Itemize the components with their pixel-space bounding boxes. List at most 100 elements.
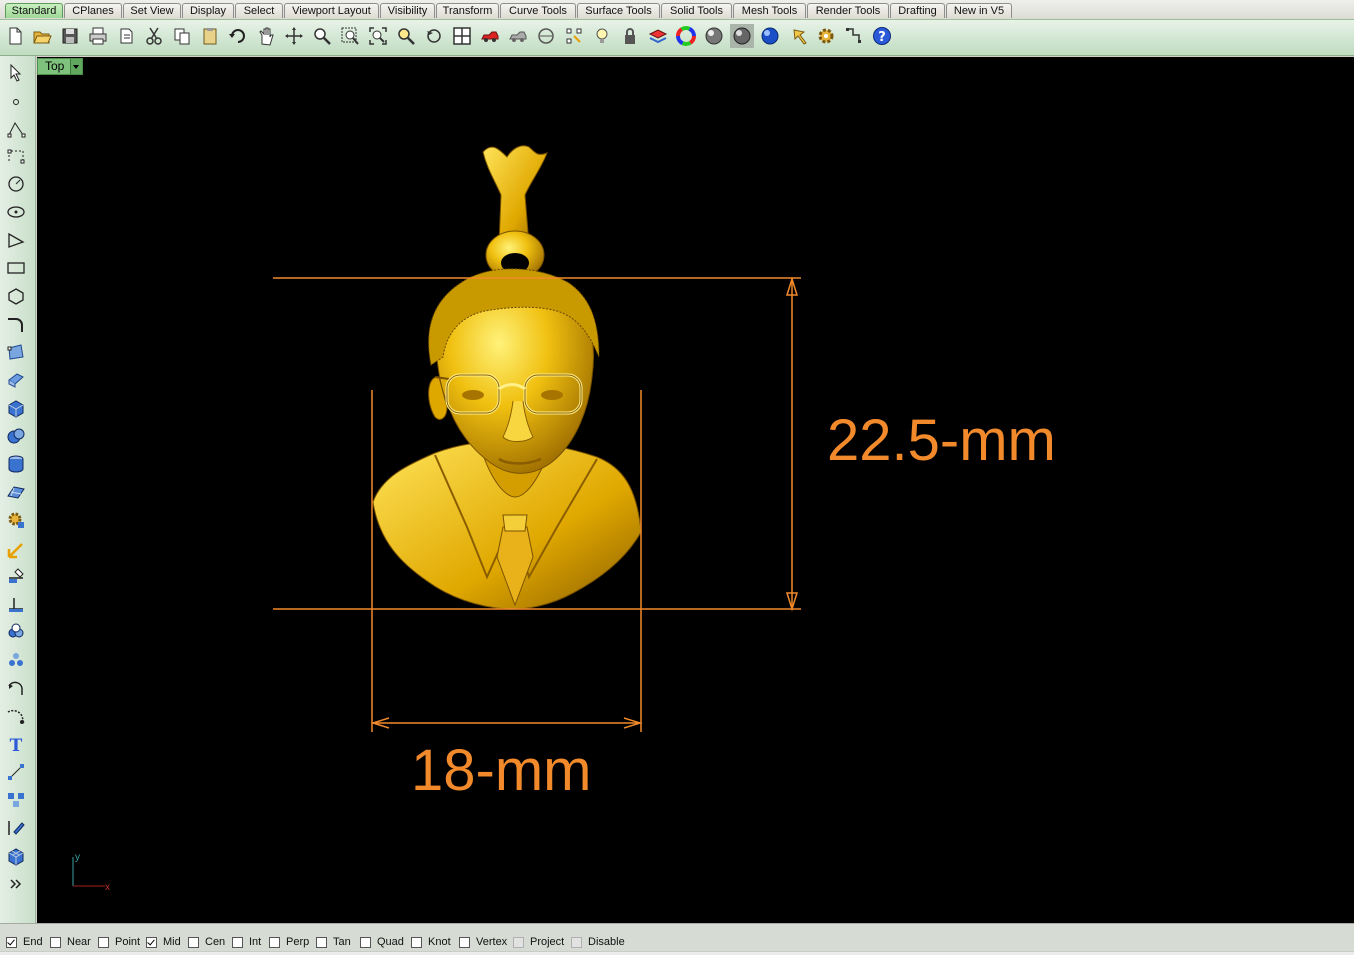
arc-icon[interactable] [4,228,28,252]
shaded-sphere-icon[interactable] [702,24,726,48]
block-icon[interactable] [4,788,28,812]
top-viewport[interactable]: y x Top 22.5-mm 18-mm [37,57,1354,923]
grid-snap-icon[interactable] [842,24,866,48]
tab-viewport-layout[interactable]: Viewport Layout [284,3,379,18]
light-icon[interactable] [590,24,614,48]
tab-standard[interactable]: Standard [5,3,63,18]
box-icon[interactable] [4,396,28,420]
tab-new-in-v5[interactable]: New in V5 [946,3,1012,18]
tab-display[interactable]: Display [182,3,234,18]
select-arrow-icon[interactable] [4,60,28,84]
osnap-mid[interactable]: Mid [146,935,181,949]
osnap-vertex[interactable]: Vertex [459,935,507,949]
polygon-icon[interactable] [4,284,28,308]
surface-from-points-icon[interactable] [4,340,28,364]
osnap-point-checkbox[interactable] [98,936,109,948]
ellipse-icon[interactable] [4,200,28,224]
osnap-point[interactable]: Point [98,935,140,949]
layer-icon[interactable] [646,24,670,48]
color-wheel-icon[interactable] [674,24,698,48]
surface-icon[interactable] [4,480,28,504]
copy-icon[interactable] [170,24,194,48]
zoom-selected-icon[interactable] [394,24,418,48]
transform-icon[interactable] [4,538,28,562]
zoom-extents-icon[interactable] [366,24,390,48]
group-icon[interactable] [4,620,28,644]
osnap-project-checkbox[interactable] [513,936,524,948]
tab-drafting[interactable]: Drafting [890,3,945,18]
osnap-int-checkbox[interactable] [232,936,243,948]
point-cloud-icon[interactable] [4,760,28,784]
fillet-curve-icon[interactable] [4,312,28,336]
properties-icon[interactable] [788,24,812,48]
undo-view-icon[interactable] [422,24,446,48]
tab-render-tools[interactable]: Render Tools [807,3,889,18]
osnap-quad-checkbox[interactable] [360,936,371,948]
tab-surface-tools[interactable]: Surface Tools [577,3,660,18]
save-icon[interactable] [58,24,82,48]
viewport-menu-dropdown-icon[interactable] [70,59,82,74]
osnap-near-checkbox[interactable] [50,936,61,948]
circle-icon[interactable] [4,172,28,196]
hide-icon[interactable] [506,24,530,48]
fillet-icon[interactable] [4,704,28,728]
zoom-icon[interactable] [310,24,334,48]
tab-transform[interactable]: Transform [436,3,499,18]
osnap-int[interactable]: Int [232,935,261,949]
polyline-icon[interactable] [4,117,28,141]
pan-icon[interactable] [254,24,278,48]
rotate-view-icon[interactable] [282,24,306,48]
tab-cplanes[interactable]: CPlanes [64,3,122,18]
osnap-end-checkbox[interactable] [6,936,17,948]
split-icon[interactable] [4,564,28,588]
four-viewports-icon[interactable] [450,24,474,48]
text-icon[interactable]: T [4,732,28,756]
osnap-project[interactable]: Project [513,935,564,949]
osnap-perp-checkbox[interactable] [269,936,280,948]
osnap-perp[interactable]: Perp [269,935,309,949]
render-sphere-icon[interactable] [758,24,782,48]
pendant-model[interactable] [372,145,642,610]
trim-icon[interactable] [4,592,28,616]
solid-tools-gear-icon[interactable] [4,508,28,532]
osnap-disable-checkbox[interactable] [571,936,582,948]
tab-mesh-tools[interactable]: Mesh Tools [733,3,806,18]
new-icon[interactable] [3,24,27,48]
osnap-near[interactable]: Near [50,935,91,949]
tab-select[interactable]: Select [235,3,283,18]
osnap-knot[interactable]: Knot [411,935,451,949]
osnap-mid-checkbox[interactable] [146,936,157,948]
osnap-vertex-checkbox[interactable] [459,936,470,948]
help-icon[interactable]: ? [870,24,894,48]
tab-solid-tools[interactable]: Solid Tools [661,3,732,18]
viewport-canvas[interactable]: y x [37,57,1354,923]
cut-icon[interactable] [142,24,166,48]
options-gear-icon[interactable] [814,24,838,48]
rectangle-icon[interactable] [4,256,28,280]
tab-set-view[interactable]: Set View [123,3,181,18]
print-icon[interactable] [86,24,110,48]
car-icon[interactable] [478,24,502,48]
lock-icon[interactable] [618,24,642,48]
osnap-disable[interactable]: Disable [571,935,625,949]
boolean-icon[interactable] [4,424,28,448]
viewport-title-tab[interactable]: Top [37,58,83,75]
undo-icon[interactable] [226,24,250,48]
point-icon[interactable] [4,88,28,112]
tab-curve-tools[interactable]: Curve Tools [500,3,576,18]
osnap-tan-checkbox[interactable] [316,936,327,948]
osnap-cen[interactable]: Cen [188,935,225,949]
curve-icon[interactable] [4,144,28,168]
rotate-icon[interactable] [4,676,28,700]
osnap-tan[interactable]: Tan [316,935,351,949]
array-icon[interactable] [4,648,28,672]
paste-icon[interactable] [198,24,222,48]
show-icon[interactable] [534,24,558,48]
select-points-icon[interactable] [562,24,586,48]
more-icon[interactable] [4,872,28,896]
osnap-quad[interactable]: Quad [360,935,404,949]
tab-visibility[interactable]: Visibility [380,3,435,18]
import-icon[interactable] [114,24,138,48]
extrude-surface-icon[interactable] [4,368,28,392]
cylinder-icon[interactable] [4,452,28,476]
